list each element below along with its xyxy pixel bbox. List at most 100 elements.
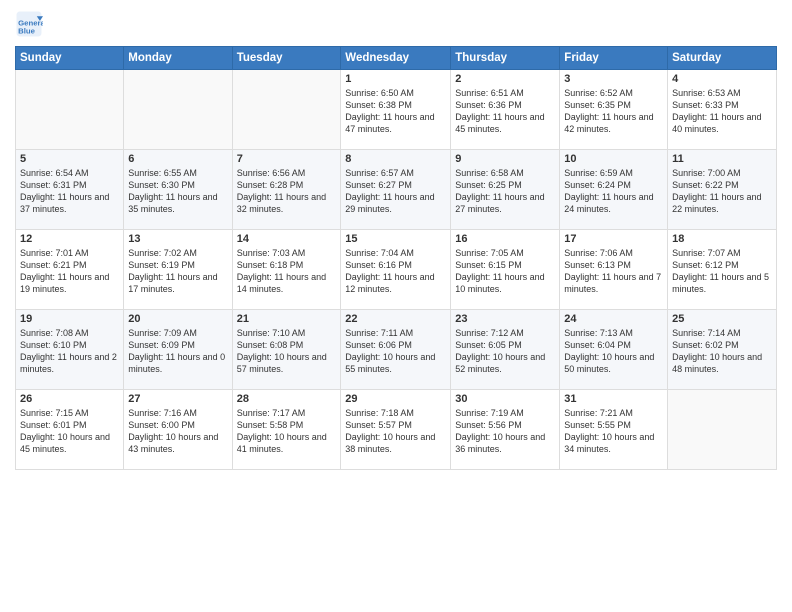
day-number: 27 [128,393,227,405]
calendar-cell: 5Sunrise: 6:54 AM Sunset: 6:31 PM Daylig… [16,150,124,230]
day-info: Sunrise: 7:13 AM Sunset: 6:04 PM Dayligh… [564,327,663,376]
logo-icon: General Blue [15,10,43,38]
day-number: 29 [345,393,446,405]
calendar-cell [232,70,341,150]
day-info: Sunrise: 7:10 AM Sunset: 6:08 PM Dayligh… [237,327,337,376]
day-info: Sunrise: 7:11 AM Sunset: 6:06 PM Dayligh… [345,327,446,376]
day-info: Sunrise: 7:17 AM Sunset: 5:58 PM Dayligh… [237,407,337,456]
day-number: 11 [672,153,772,165]
day-number: 1 [345,73,446,85]
calendar-cell: 19 Sunrise: 7:08 AM Sunset: 6:10 PM Dayli… [16,310,124,390]
calendar-cell [124,70,232,150]
calendar-cell: 16 Sunrise: 7:05 AM Sunset: 6:15 PM Dayli… [451,230,560,310]
calendar-cell: 11 Sunrise: 7:00 AM Sunset: 6:22 PM Dayli… [668,150,777,230]
day-number: 24 [564,313,663,325]
day-number: 10 [564,153,663,165]
day-number: 23 [455,313,555,325]
calendar-cell: 24 Sunrise: 7:13 AM Sunset: 6:04 PM Dayli… [560,310,668,390]
day-info: Sunrise: 7:00 AM Sunset: 6:22 PM Dayligh… [672,167,772,216]
day-number: 8 [345,153,446,165]
calendar-cell: 12 Sunrise: 7:01 AM Sunset: 6:21 PM Dayli… [16,230,124,310]
day-number: 2 [455,73,555,85]
svg-text:Blue: Blue [18,26,36,35]
day-number: 20 [128,313,227,325]
calendar-cell [16,70,124,150]
day-info: Sunrise: 7:02 AM Sunset: 6:19 PM Dayligh… [128,247,227,296]
calendar-cell: 17 Sunrise: 7:06 AM Sunset: 6:13 PM Dayli… [560,230,668,310]
day-info: Sunrise: 7:03 AM Sunset: 6:18 PM Dayligh… [237,247,337,296]
day-number: 16 [455,233,555,245]
day-number: 19 [20,313,119,325]
calendar-cell: 3 Sunrise: 6:52 AM Sunset: 6:35 PM Daylig… [560,70,668,150]
day-info: Sunrise: 6:58 AM Sunset: 6:25 PM Dayligh… [455,167,555,216]
day-info: Sunrise: 7:16 AM Sunset: 6:00 PM Dayligh… [128,407,227,456]
logo: General Blue [15,10,47,38]
day-info: Sunrise: 7:06 AM Sunset: 6:13 PM Dayligh… [564,247,663,296]
weekday-header: Friday [560,47,668,70]
calendar-cell: 25Sunrise: 7:14 AM Sunset: 6:02 PM Dayli… [668,310,777,390]
day-info: Sunrise: 6:50 AM Sunset: 6:38 PM Dayligh… [345,87,446,136]
calendar-header-row: SundayMondayTuesdayWednesdayThursdayFrid… [16,47,777,70]
day-info: Sunrise: 7:07 AM Sunset: 6:12 PM Dayligh… [672,247,772,296]
day-number: 17 [564,233,663,245]
day-info: Sunrise: 7:04 AM Sunset: 6:16 PM Dayligh… [345,247,446,296]
calendar-cell: 31Sunrise: 7:21 AM Sunset: 5:55 PM Dayli… [560,390,668,470]
calendar-week-row: 5Sunrise: 6:54 AM Sunset: 6:31 PM Daylig… [16,150,777,230]
day-number: 18 [672,233,772,245]
calendar-cell: 28 Sunrise: 7:17 AM Sunset: 5:58 PM Dayli… [232,390,341,470]
calendar-cell: 6 Sunrise: 6:55 AM Sunset: 6:30 PM Daylig… [124,150,232,230]
weekday-header: Sunday [16,47,124,70]
day-number: 26 [20,393,119,405]
weekday-header: Monday [124,47,232,70]
calendar-week-row: 19 Sunrise: 7:08 AM Sunset: 6:10 PM Dayli… [16,310,777,390]
main-container: General Blue SundayMondayTuesdayWednesda… [0,0,792,475]
day-number: 13 [128,233,227,245]
day-info: Sunrise: 6:57 AM Sunset: 6:27 PM Dayligh… [345,167,446,216]
day-number: 31 [564,393,663,405]
calendar-cell: 23 Sunrise: 7:12 AM Sunset: 6:05 PM Dayli… [451,310,560,390]
day-number: 6 [128,153,227,165]
day-info: Sunrise: 7:08 AM Sunset: 6:10 PM Dayligh… [20,327,119,376]
day-number: 28 [237,393,337,405]
calendar-week-row: 12 Sunrise: 7:01 AM Sunset: 6:21 PM Dayli… [16,230,777,310]
calendar-cell: 8 Sunrise: 6:57 AM Sunset: 6:27 PM Daylig… [341,150,451,230]
day-info: Sunrise: 7:15 AM Sunset: 6:01 PM Dayligh… [20,407,119,456]
day-info: Sunrise: 6:52 AM Sunset: 6:35 PM Dayligh… [564,87,663,136]
calendar-cell: 1 Sunrise: 6:50 AM Sunset: 6:38 PM Daylig… [341,70,451,150]
calendar-cell: 10Sunrise: 6:59 AM Sunset: 6:24 PM Dayli… [560,150,668,230]
calendar-cell: 14 Sunrise: 7:03 AM Sunset: 6:18 PM Dayli… [232,230,341,310]
calendar-cell: 21 Sunrise: 7:10 AM Sunset: 6:08 PM Dayli… [232,310,341,390]
day-number: 9 [455,153,555,165]
day-info: Sunrise: 7:12 AM Sunset: 6:05 PM Dayligh… [455,327,555,376]
calendar-cell: 4 Sunrise: 6:53 AM Sunset: 6:33 PM Daylig… [668,70,777,150]
day-info: Sunrise: 7:19 AM Sunset: 5:56 PM Dayligh… [455,407,555,456]
day-number: 25 [672,313,772,325]
header: General Blue [15,10,777,38]
day-number: 14 [237,233,337,245]
day-number: 15 [345,233,446,245]
day-number: 7 [237,153,337,165]
day-info: Sunrise: 6:55 AM Sunset: 6:30 PM Dayligh… [128,167,227,216]
calendar-cell: 27 Sunrise: 7:16 AM Sunset: 6:00 PM Dayli… [124,390,232,470]
calendar-table: SundayMondayTuesdayWednesdayThursdayFrid… [15,46,777,470]
calendar-cell: 7 Sunrise: 6:56 AM Sunset: 6:28 PM Daylig… [232,150,341,230]
day-info: Sunrise: 7:18 AM Sunset: 5:57 PM Dayligh… [345,407,446,456]
day-info: Sunrise: 6:56 AM Sunset: 6:28 PM Dayligh… [237,167,337,216]
calendar-cell [668,390,777,470]
day-info: Sunrise: 7:01 AM Sunset: 6:21 PM Dayligh… [20,247,119,296]
calendar-cell: 2 Sunrise: 6:51 AM Sunset: 6:36 PM Daylig… [451,70,560,150]
day-info: Sunrise: 7:05 AM Sunset: 6:15 PM Dayligh… [455,247,555,296]
calendar-cell: 20 Sunrise: 7:09 AM Sunset: 6:09 PM Dayli… [124,310,232,390]
day-info: Sunrise: 6:51 AM Sunset: 6:36 PM Dayligh… [455,87,555,136]
day-number: 22 [345,313,446,325]
day-number: 3 [564,73,663,85]
day-info: Sunrise: 6:54 AM Sunset: 6:31 PM Dayligh… [20,167,119,216]
weekday-header: Wednesday [341,47,451,70]
day-info: Sunrise: 7:09 AM Sunset: 6:09 PM Dayligh… [128,327,227,376]
day-number: 4 [672,73,772,85]
day-number: 12 [20,233,119,245]
day-number: 21 [237,313,337,325]
calendar-cell: 13 Sunrise: 7:02 AM Sunset: 6:19 PM Dayli… [124,230,232,310]
weekday-header: Thursday [451,47,560,70]
day-info: Sunrise: 6:53 AM Sunset: 6:33 PM Dayligh… [672,87,772,136]
